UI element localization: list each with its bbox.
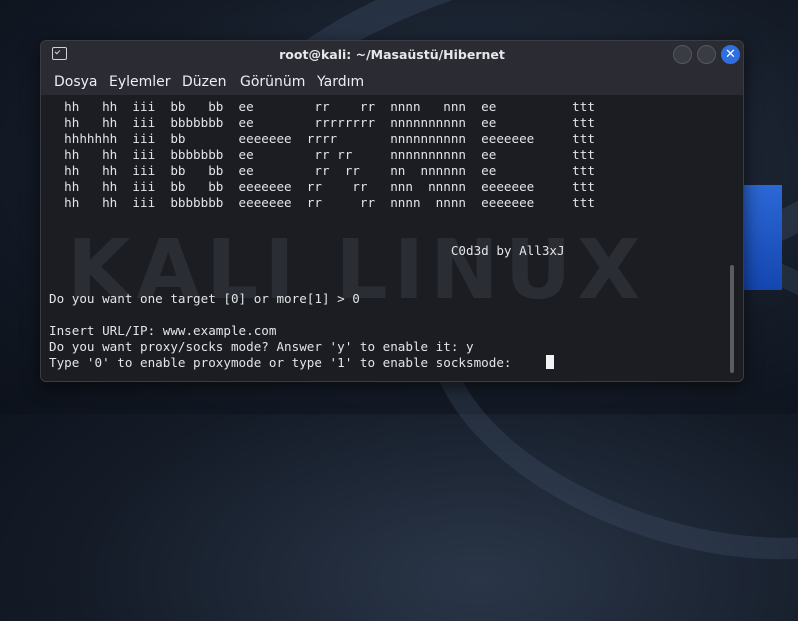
text-cursor	[546, 355, 554, 369]
banner-line: hh hh iii bb bb ee rr rr nn nnnnnn ee tt…	[49, 163, 595, 178]
menu-bar: Dosya Eylemler Düzen Görünüm Yardım	[41, 69, 743, 95]
minimize-icon[interactable]	[673, 45, 692, 64]
menu-gorunum[interactable]: Görünüm	[240, 69, 305, 95]
wallpaper-logo-fragment	[742, 185, 782, 290]
menu-eylemler[interactable]: Eylemler	[109, 69, 171, 95]
maximize-icon[interactable]	[697, 45, 716, 64]
banner-line: hh hh iii bb bb eeeeeee rr rr nnn nnnnn …	[49, 179, 595, 194]
banner-line: hh hh iii bbbbbbb eeeeeee rr rr nnnn nnn…	[49, 195, 595, 210]
scrollbar[interactable]	[730, 265, 734, 373]
banner-line: hh hh iii bbbbbbb ee rr rr nnnnnnnnnn ee…	[49, 147, 595, 162]
banner-line: hh hh iii bb bb ee rr rr nnnn nnn ee ttt	[49, 99, 595, 114]
prompt-mode-line: Type '0' to enable proxymode or type '1'…	[49, 355, 520, 370]
close-icon[interactable]: ✕	[721, 45, 740, 64]
menu-dosya[interactable]: Dosya	[54, 69, 98, 95]
credit-line: C0d3d by All3xJ	[49, 243, 565, 258]
terminal-window: root@kali: ~/Masaüstü/Hibernet ✕ Dosya E…	[40, 40, 744, 382]
banner-line: hhhhhhh iii bb eeeeeee rrrr nnnnnnnnnn e…	[49, 131, 595, 146]
prompt-target-line: Do you want one target [0] or more[1] > …	[49, 291, 360, 306]
window-title: root@kali: ~/Masaüstü/Hibernet	[279, 47, 505, 62]
prompt-proxy-line: Do you want proxy/socks mode? Answer 'y'…	[49, 339, 474, 354]
menu-duzen[interactable]: Düzen	[182, 69, 227, 95]
title-bar[interactable]: root@kali: ~/Masaüstü/Hibernet ✕	[41, 41, 743, 69]
banner-line: hh hh iii bbbbbbb ee rrrrrrrr nnnnnnnnnn…	[49, 115, 595, 130]
menu-yardim[interactable]: Yardım	[317, 69, 364, 95]
terminal-output[interactable]: KALI LINUX hh hh iii bb bb ee rr rr nnnn…	[41, 95, 743, 381]
prompt-url-line: Insert URL/IP: www.example.com	[49, 323, 277, 338]
